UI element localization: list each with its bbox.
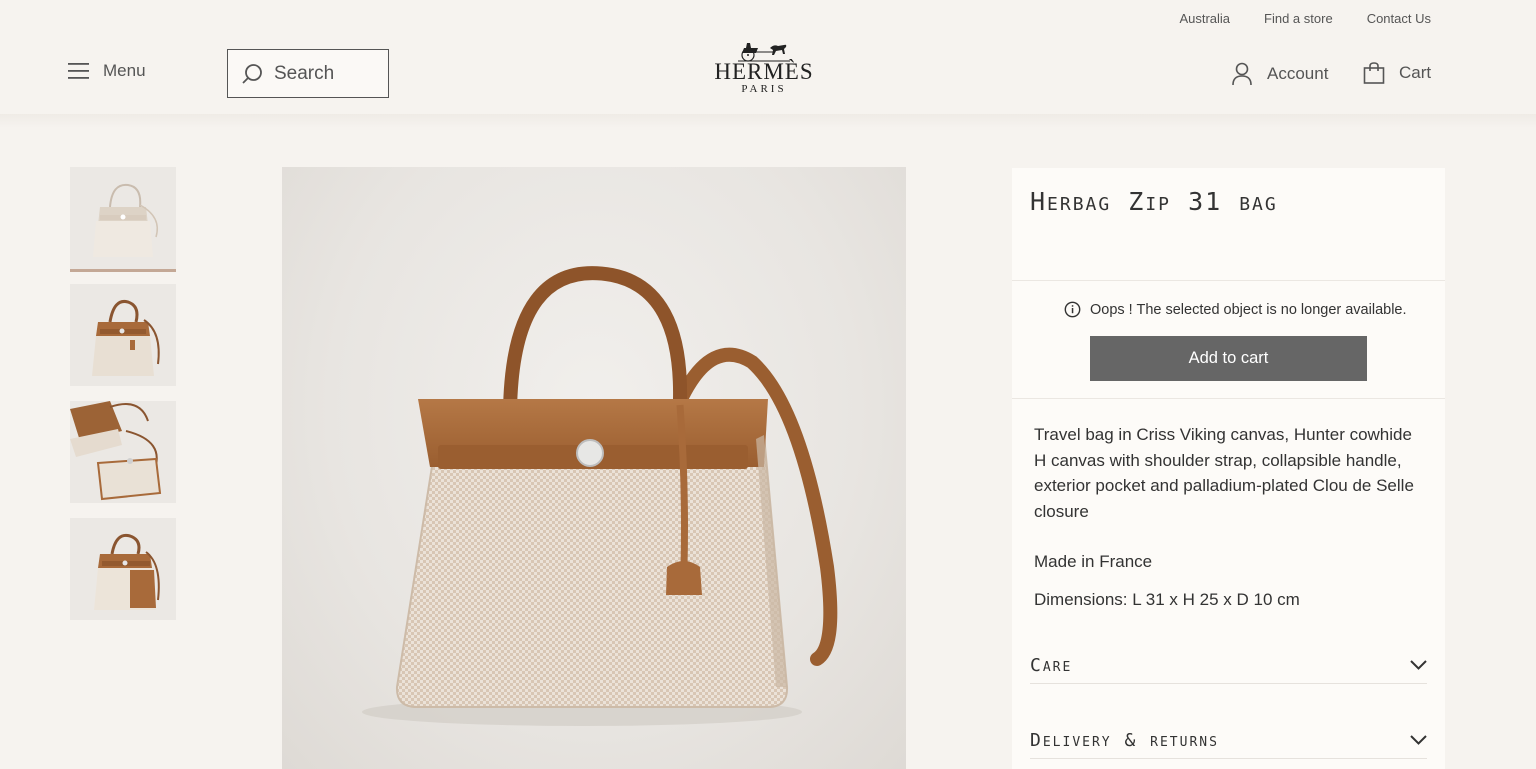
product-panel: Herbag Zip 31 bag Oops ! The selected ob…: [1012, 168, 1445, 636]
search-box[interactable]: [227, 49, 389, 98]
accordion-care[interactable]: Care: [1030, 627, 1427, 684]
search-input[interactable]: [274, 62, 374, 85]
product-title: Herbag Zip 31 bag: [1030, 187, 1278, 216]
chevron-down-icon: [1410, 735, 1427, 745]
info-accordion: Care Delivery & returns: [1012, 627, 1445, 769]
product-title-section: Herbag Zip 31 bag: [1012, 168, 1445, 281]
user-icon: [1232, 62, 1252, 86]
accordion-delivery-returns[interactable]: Delivery & returns: [1030, 702, 1427, 759]
accordion-delivery-title: Delivery & returns: [1030, 730, 1219, 751]
header-divider: [0, 114, 1536, 128]
account-label: Account: [1267, 64, 1329, 83]
site-header: Menu HERMÈS PARIS Account: [0, 0, 1536, 118]
availability-text: Oops ! The selected object is no longer …: [1090, 301, 1407, 318]
thumbnail-front[interactable]: [70, 167, 176, 272]
main-product-image[interactable]: [282, 167, 906, 769]
cart-button[interactable]: Cart: [1363, 62, 1431, 84]
thumbnail-gallery: [70, 167, 176, 635]
shopping-bag-icon: [1363, 62, 1385, 84]
carriage-logo-icon: [738, 43, 790, 62]
herbag-bag-illustration: [362, 266, 838, 726]
cart-label: Cart: [1399, 63, 1432, 82]
search-icon: [242, 63, 262, 84]
dimensions-text: Dimensions: L 31 x H 25 x D 10 cm: [1034, 589, 1300, 609]
account-button[interactable]: Account: [1231, 62, 1328, 86]
made-in-text: Made in France: [1034, 552, 1153, 571]
availability-message: Oops ! The selected object is no longer …: [1064, 301, 1407, 318]
chevron-down-icon: [1410, 660, 1427, 670]
bag-thumbnail-image: [70, 401, 176, 503]
bag-thumbnail-image: [70, 518, 176, 620]
bag-thumbnail-image: [70, 167, 176, 269]
hermes-logo[interactable]: HERMÈS PARIS: [713, 40, 815, 102]
bag-thumbnail-image: [70, 284, 176, 386]
menu-label: Menu: [103, 61, 146, 80]
accordion-care-title: Care: [1030, 655, 1073, 676]
logo-wordmark: HERMÈS: [714, 59, 814, 84]
info-icon: [1064, 301, 1081, 318]
availability-section: Oops ! The selected object is no longer …: [1012, 281, 1445, 399]
thumbnail-three-quarter[interactable]: [70, 284, 176, 386]
product-description-section: Travel bag in Criss Viking canvas, Hunte…: [1012, 399, 1445, 636]
add-to-cart-button[interactable]: Add to cart: [1090, 336, 1367, 381]
menu-button[interactable]: Menu: [68, 61, 146, 81]
hamburger-icon: [68, 63, 89, 79]
product-description: Travel bag in Criss Viking canvas, Hunte…: [1034, 425, 1414, 521]
thumbnail-open-pouch[interactable]: [70, 401, 176, 503]
thumbnail-side[interactable]: [70, 518, 176, 620]
logo-subtitle: PARIS: [741, 83, 787, 95]
